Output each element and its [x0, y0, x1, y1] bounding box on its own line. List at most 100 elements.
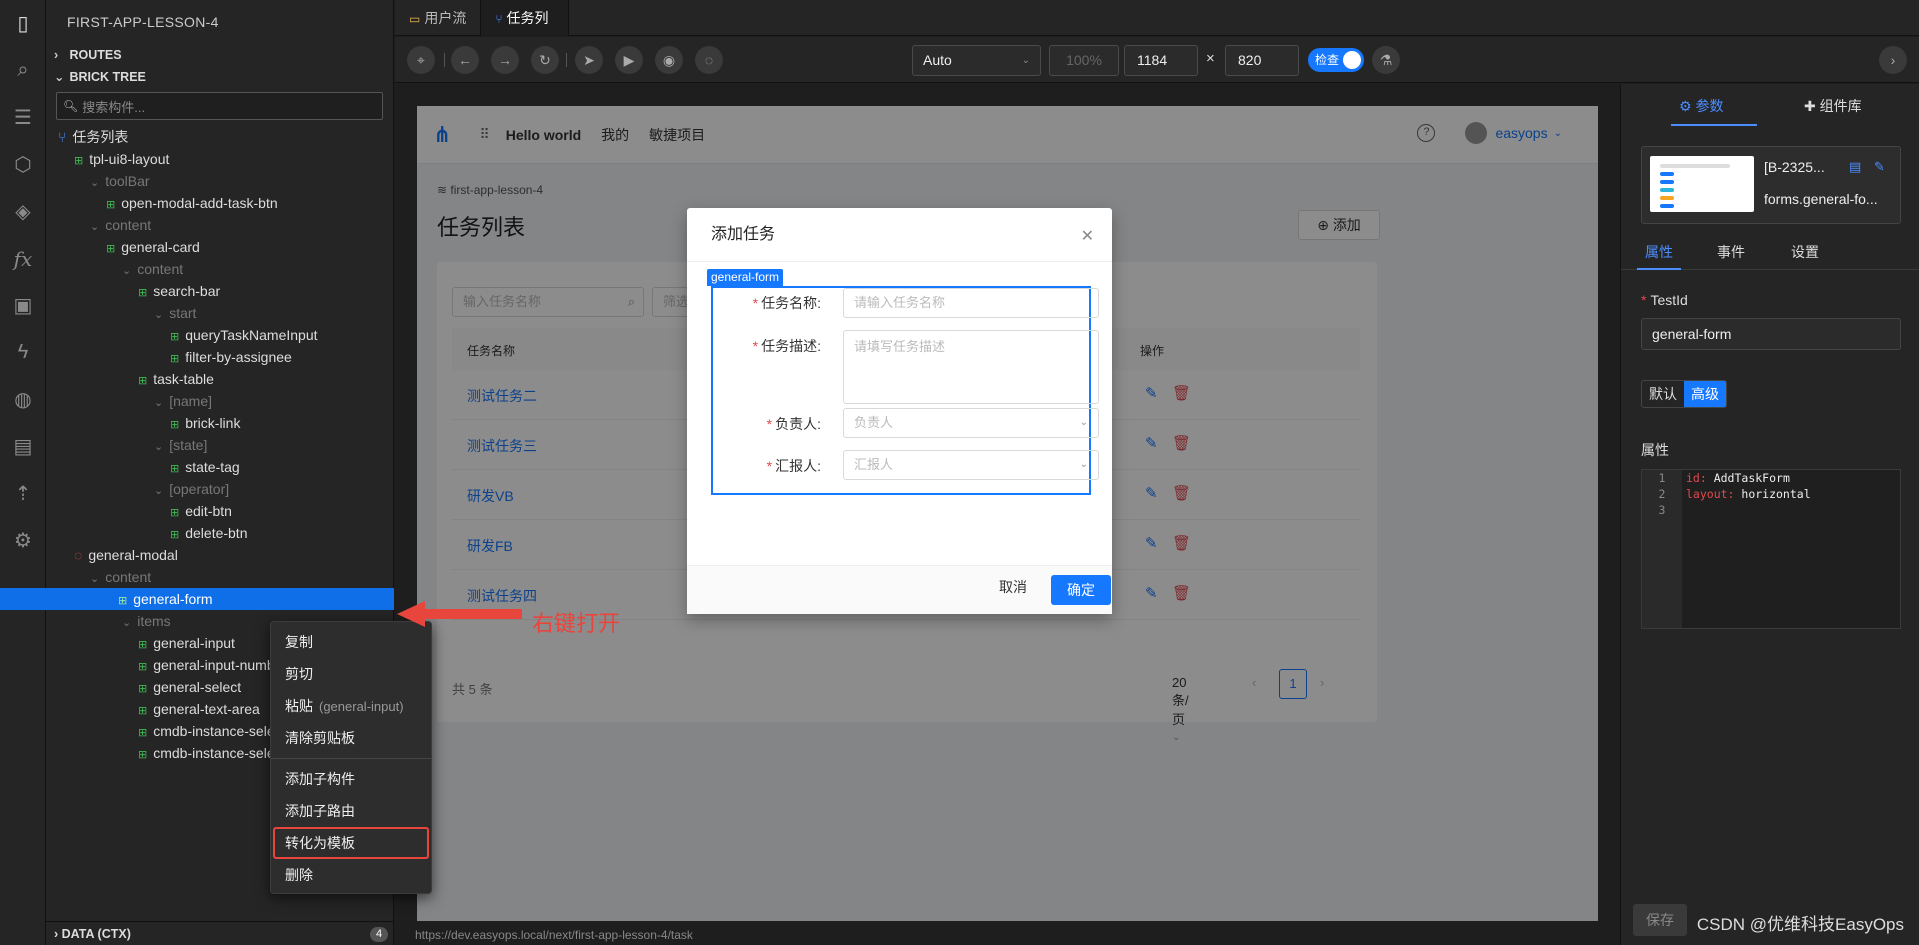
- data-count-badge: 4: [370, 927, 388, 942]
- list-icon[interactable]: ☰: [0, 94, 46, 141]
- close-icon[interactable]: ✕: [1081, 226, 1094, 246]
- cancel-button[interactable]: 取消: [999, 577, 1027, 597]
- edit-icon[interactable]: ✎: [1874, 159, 1885, 175]
- copy-icon[interactable]: ▤: [1849, 159, 1861, 175]
- tree-node-label: brick-link: [185, 415, 241, 431]
- tree-node[interactable]: ⊞ queryTaskNameInput: [46, 324, 393, 346]
- testid-input[interactable]: general-form: [1641, 318, 1901, 350]
- document-icon[interactable]: ▤: [0, 423, 46, 470]
- tab-settings[interactable]: 设置: [1791, 234, 1819, 270]
- tree-node[interactable]: ⊞ filter-by-assignee: [46, 346, 393, 368]
- layers-icon[interactable]: ◈: [0, 188, 46, 235]
- tree-slot[interactable]: ⌄ [operator]: [46, 478, 393, 500]
- menu-convert-to-template[interactable]: 转化为模板: [273, 827, 429, 859]
- function-icon[interactable]: fx: [0, 235, 46, 282]
- ok-button[interactable]: 确定: [1051, 575, 1111, 605]
- tree-node[interactable]: ⊞ general-card: [46, 236, 393, 258]
- reload-button[interactable]: ↻: [531, 46, 559, 74]
- pages-icon[interactable]: ▯: [0, 0, 46, 47]
- tab-properties[interactable]: 属性: [1637, 234, 1681, 270]
- forward-button[interactable]: →: [491, 46, 519, 74]
- settings-hex-icon[interactable]: ⬡: [0, 141, 46, 188]
- menu-delete[interactable]: 删除: [271, 859, 431, 891]
- height-input[interactable]: 820: [1225, 45, 1299, 76]
- width-input[interactable]: 1184: [1124, 45, 1198, 76]
- routes-section[interactable]: › ROUTES: [46, 44, 393, 66]
- tree-node[interactable]: ◌ general-modal: [46, 544, 393, 566]
- task-desc-textarea[interactable]: 请填写任务描述: [843, 330, 1099, 404]
- menu-add-child-route[interactable]: 添加子路由: [271, 795, 431, 827]
- brick-tree-section[interactable]: ⌄ BRICK TREE: [46, 66, 393, 88]
- brick-search-input[interactable]: 🔍︎ 搜索构件...: [56, 92, 383, 120]
- tree-node-label: general-modal: [88, 547, 178, 563]
- tree-node[interactable]: ⑂ 任务列表: [46, 126, 393, 148]
- mode-advanced[interactable]: 高级: [1684, 381, 1726, 407]
- modal-footer: 取消 确定: [687, 565, 1112, 614]
- tree-node[interactable]: ⊞ edit-btn: [46, 500, 393, 522]
- back-button[interactable]: ←: [451, 46, 479, 74]
- location-icon[interactable]: ⌖: [407, 46, 435, 74]
- device-select[interactable]: Auto ⌄: [912, 45, 1041, 76]
- mode-default[interactable]: 默认: [1642, 381, 1684, 407]
- reporter-select[interactable]: 汇报人 ⌄: [843, 450, 1099, 480]
- tree-slot[interactable]: ⌄ content: [46, 566, 393, 588]
- globe-icon[interactable]: ◍: [0, 376, 46, 423]
- menu-divider: [271, 758, 431, 759]
- image-icon[interactable]: ▣: [0, 282, 46, 329]
- brick-icon: ⊞: [138, 705, 148, 717]
- tree-node[interactable]: ⊞ tpl-ui8-layout: [46, 148, 393, 170]
- flask-button[interactable]: ⚗: [1372, 46, 1400, 74]
- tree-node[interactable]: ⊞ general-form: [0, 588, 394, 610]
- tree-slot[interactable]: ⌄ toolBar: [46, 170, 393, 192]
- code-area[interactable]: id: AddTaskForm layout: horizontal: [1686, 470, 1900, 518]
- expand-button[interactable]: ›: [1879, 46, 1907, 74]
- assignee-select[interactable]: 负责人 ⌄: [843, 408, 1099, 438]
- tab-events[interactable]: 事件: [1717, 234, 1745, 270]
- branch-icon: ⑂: [495, 12, 503, 26]
- label-text: 任务名称:: [761, 295, 821, 311]
- tree-slot[interactable]: ⌄ [name]: [46, 390, 393, 412]
- menu-copy[interactable]: 复制: [271, 626, 431, 658]
- divider: [566, 53, 567, 67]
- modal-title: 添加任务: [687, 208, 1112, 262]
- annotation-arrow: [397, 601, 522, 627]
- tree-node[interactable]: ⊞ delete-btn: [46, 522, 393, 544]
- gear-icon[interactable]: ⚙: [0, 517, 46, 564]
- placeholder: 请填写任务描述: [854, 339, 946, 354]
- tree-slot[interactable]: ⌄ start: [46, 302, 393, 324]
- tree-slot[interactable]: ⌄ content: [46, 258, 393, 280]
- brick-icon: ⊞: [118, 595, 128, 607]
- tab-user-flow[interactable]: ▭ 用户流: [395, 0, 482, 36]
- tree-node[interactable]: ⊞ task-table: [46, 368, 393, 390]
- tree-slot[interactable]: ⌄ [state]: [46, 434, 393, 456]
- tab-params[interactable]: ⚙ 参数: [1679, 96, 1723, 116]
- required-mark: *: [766, 458, 773, 474]
- menu-clear-clipboard[interactable]: 清除剪贴板: [271, 722, 431, 754]
- tree-node[interactable]: ⊞ open-modal-add-task-btn: [46, 192, 393, 214]
- screenshot-button[interactable]: ◉: [655, 46, 683, 74]
- tab-library[interactable]: ✚ 组件库: [1804, 96, 1862, 116]
- menu-add-child-brick[interactable]: 添加子构件: [271, 763, 431, 795]
- search-icon[interactable]: ⌕: [0, 47, 46, 94]
- save-button[interactable]: 保存: [1633, 904, 1687, 936]
- attributes-label: 属性: [1641, 442, 1669, 458]
- bulb-button[interactable]: ◌: [695, 46, 723, 74]
- tree-node-label: items: [137, 613, 171, 629]
- data-ctx-section[interactable]: › DATA (CTX) 4: [46, 921, 394, 945]
- zoom-input[interactable]: 100%: [1049, 45, 1119, 76]
- send-button[interactable]: ➤: [575, 46, 603, 74]
- rocket-icon[interactable]: ⇡: [0, 470, 46, 517]
- yaml-editor[interactable]: 123 id: AddTaskForm layout: horizontal: [1641, 469, 1901, 629]
- play-button[interactable]: ▶: [615, 46, 643, 74]
- menu-cut[interactable]: 剪切: [271, 658, 431, 690]
- tree-node[interactable]: ⊞ brick-link: [46, 412, 393, 434]
- tree-node[interactable]: ⊞ state-tag: [46, 456, 393, 478]
- lightning-icon[interactable]: ϟ: [0, 329, 46, 376]
- tree-node[interactable]: ⊞ search-bar: [46, 280, 393, 302]
- inspect-toggle[interactable]: 检查: [1308, 48, 1364, 72]
- tree-slot[interactable]: ⌄ content: [46, 214, 393, 236]
- general-form[interactable]: * 任务名称: 请输入任务名称 * 任务描述: 请填写任务描述 * 负责人: 负责人 ⌄…: [711, 286, 1099, 495]
- tab-task-list[interactable]: ⑂任务列表: [481, 0, 570, 63]
- task-name-input[interactable]: 请输入任务名称: [843, 288, 1099, 318]
- menu-paste[interactable]: 粘贴 (general-input): [271, 690, 431, 722]
